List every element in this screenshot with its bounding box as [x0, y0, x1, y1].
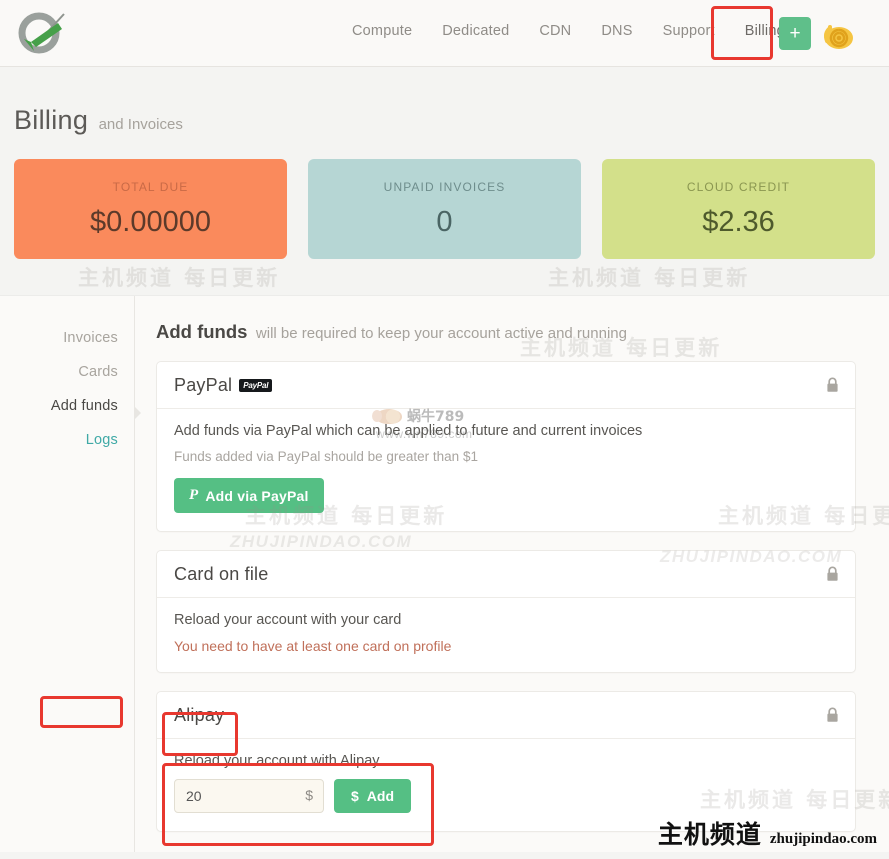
paypal-panel-header: PayPal PayPal	[157, 362, 855, 409]
lock-icon	[826, 377, 839, 398]
alipay-amount-wrapper: $	[174, 779, 324, 813]
sidebar-active-caret-icon	[134, 406, 141, 420]
main-heading: Add funds will be required to keep your …	[156, 321, 856, 343]
page-title: Billing	[14, 105, 89, 135]
paypal-description: Add funds via PayPal which can be applie…	[174, 423, 643, 439]
lock-icon	[826, 566, 839, 587]
main-title-subtitle: will be required to keep your account ac…	[255, 325, 627, 342]
card-on-file-panel-header: Card on file	[157, 551, 855, 598]
dollar-icon: $	[351, 788, 359, 804]
sidebar-item-cards[interactable]: Cards	[0, 355, 118, 389]
sidebar-item-logs[interactable]: Logs	[0, 423, 118, 457]
stat-card-cloud-credit: CLOUD CREDIT $2.36	[602, 159, 875, 259]
paypal-panel: PayPal PayPal Add funds via PayPal which…	[156, 361, 856, 532]
billing-summary-cards: TOTAL DUE $0.00000 UNPAID INVOICES 0 CLO…	[0, 136, 889, 259]
alipay-add-label: Add	[366, 788, 395, 804]
stat-value-total-due: $0.00000	[90, 205, 211, 238]
stat-label-unpaid-invoices: UNPAID INVOICES	[383, 179, 506, 194]
watermark-cn-1: 主机频道 每日更新	[78, 266, 281, 290]
nav-item-cdn[interactable]: CDN	[537, 20, 573, 42]
main-nav: Compute Dedicated CDN DNS Support Billin…	[350, 20, 787, 42]
alipay-title: Alipay	[174, 705, 225, 725]
alipay-amount-input[interactable]	[174, 779, 324, 813]
stat-value-cloud-credit: $2.36	[702, 205, 775, 238]
page-subtitle: and Invoices	[98, 116, 183, 133]
card-on-file-panel: Card on file Reload your account with yo…	[156, 550, 856, 673]
sidebar-item-add-funds[interactable]: Add funds	[0, 389, 118, 423]
card-on-file-title: Card on file	[174, 564, 269, 584]
watermark-cn-2: 主机频道 每日更新	[548, 266, 751, 290]
stat-value-unpaid-invoices: 0	[436, 205, 453, 238]
vultr-logo[interactable]	[12, 9, 72, 57]
billing-sidebar: Invoices Cards Add funds Logs	[0, 296, 141, 852]
stat-card-total-due: TOTAL DUE $0.00000	[14, 159, 287, 259]
add-via-paypal-label: Add via PayPal	[205, 487, 309, 504]
lock-icon	[826, 707, 839, 728]
add-new-button[interactable]: +	[779, 17, 811, 50]
paypal-note: Funds added via PayPal should be greater…	[174, 449, 478, 464]
nav-item-dns[interactable]: DNS	[599, 20, 634, 42]
alipay-panel: Alipay Reload your account with Alipay $	[156, 691, 856, 832]
stat-label-cloud-credit: CLOUD CREDIT	[686, 179, 791, 194]
alipay-add-button[interactable]: $ Add	[334, 779, 412, 813]
card-on-file-warning: You need to have at least one card on pr…	[174, 638, 452, 654]
page-header: Billing and Invoices	[0, 67, 889, 136]
paypal-p-icon: P	[189, 487, 199, 503]
top-navigation-bar: Compute Dedicated CDN DNS Support Billin…	[0, 0, 889, 67]
alipay-description: Reload your account with Alipay	[174, 753, 380, 769]
paypal-title: PayPal	[174, 375, 233, 395]
alipay-panel-header: Alipay	[157, 692, 855, 739]
billing-content: Invoices Cards Add funds Logs Add funds …	[0, 295, 889, 852]
add-funds-main: Add funds will be required to keep your …	[135, 296, 889, 852]
card-on-file-panel-body: Reload your account with your card You n…	[157, 598, 855, 672]
paypal-logo-badge: PayPal	[239, 379, 273, 392]
nav-item-support[interactable]: Support	[661, 20, 717, 42]
alipay-panel-body: Reload your account with Alipay $ $ Add	[157, 739, 855, 831]
stat-label-total-due: TOTAL DUE	[112, 179, 189, 194]
nav-item-dedicated[interactable]: Dedicated	[440, 20, 511, 42]
alipay-reload-row: $ $ Add	[174, 779, 838, 813]
nav-item-compute[interactable]: Compute	[350, 20, 414, 42]
stat-card-unpaid-invoices: UNPAID INVOICES 0	[308, 159, 581, 259]
currency-suffix: $	[305, 787, 313, 803]
paypal-panel-body: Add funds via PayPal which can be applie…	[157, 409, 855, 531]
add-via-paypal-button[interactable]: P Add via PayPal	[174, 478, 324, 513]
main-title: Add funds	[156, 321, 248, 342]
sidebar-item-invoices[interactable]: Invoices	[0, 321, 118, 355]
card-on-file-description: Reload your account with your card	[174, 612, 402, 628]
snail-avatar[interactable]	[820, 16, 856, 52]
